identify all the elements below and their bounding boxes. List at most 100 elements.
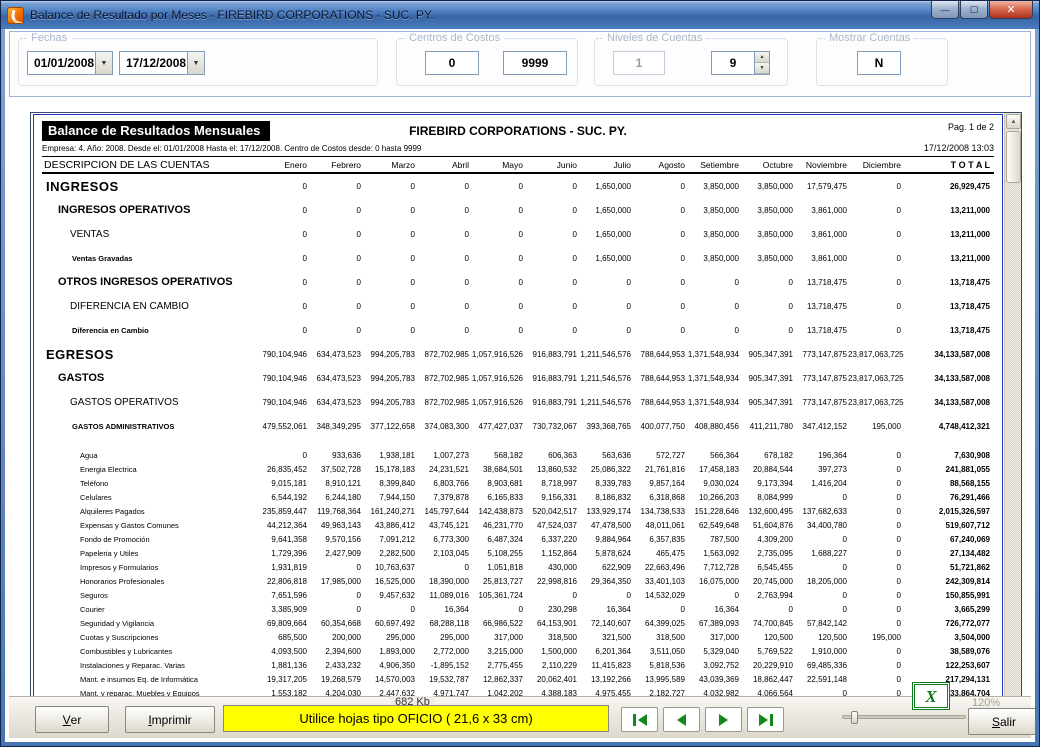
chevron-down-icon[interactable]: ▼ bbox=[187, 52, 204, 74]
cell-value: 374,083,300 bbox=[416, 422, 470, 431]
table-row: Courier3,385,9090016,3640230,29816,36401… bbox=[42, 602, 994, 616]
cell-value: 3,850,000 bbox=[686, 230, 740, 239]
cell-value: 520,042,517 bbox=[524, 507, 578, 516]
cell-value: 3,850,000 bbox=[740, 206, 794, 215]
cell-value: 0 bbox=[524, 254, 578, 263]
cell-value: 13,211,000 bbox=[902, 206, 994, 215]
cell-value: 7,712,728 bbox=[686, 563, 740, 572]
cell-value: 0 bbox=[740, 302, 794, 311]
zoom-slider-handle[interactable] bbox=[851, 711, 858, 724]
vertical-scrollbar[interactable]: ▲ ▼ bbox=[1004, 113, 1021, 730]
cell-value: 13,718,475 bbox=[794, 326, 848, 335]
cell-value: 13,211,000 bbox=[902, 254, 994, 263]
cell-value: 19,268,579 bbox=[308, 675, 362, 684]
excel-export-icon[interactable]: X bbox=[912, 682, 950, 710]
cell-value: 1,152,864 bbox=[524, 549, 578, 558]
imprimir-button[interactable]: Imprimir bbox=[125, 706, 215, 733]
app-icon bbox=[7, 7, 24, 24]
next-page-button[interactable] bbox=[705, 707, 742, 732]
centro-costo-to-field[interactable]: 9999 bbox=[503, 51, 567, 75]
spinner-down-icon[interactable]: ▼ bbox=[755, 63, 769, 74]
cell-value: 0 bbox=[416, 563, 470, 572]
row-label: Seguridad y Vigilancia bbox=[42, 619, 254, 628]
table-row: Fondo de Promoción9,641,3589,570,1567,09… bbox=[42, 532, 994, 546]
cell-value: 3,385,909 bbox=[254, 605, 308, 614]
chevron-down-icon[interactable]: ▼ bbox=[95, 52, 112, 74]
cell-value: 72,140,607 bbox=[578, 619, 632, 628]
cell-value: 0 bbox=[848, 230, 902, 239]
cell-value: 377,122,658 bbox=[362, 422, 416, 431]
zoom-slider[interactable] bbox=[842, 715, 966, 719]
group-mostrar-label: Mostrar Cuentas bbox=[825, 32, 914, 44]
cell-value: 0 bbox=[254, 182, 308, 191]
cell-value: 0 bbox=[848, 206, 902, 215]
last-page-button[interactable] bbox=[747, 707, 784, 732]
column-header: Marzo bbox=[362, 160, 416, 170]
cell-value: 0 bbox=[470, 206, 524, 215]
cell-value: 137,682,633 bbox=[794, 507, 848, 516]
column-header: Diciembre bbox=[848, 160, 902, 170]
cell-value: 88,568,155 bbox=[902, 479, 994, 488]
salir-button[interactable]: Salir bbox=[968, 708, 1035, 735]
centro-costo-from-field[interactable]: 0 bbox=[425, 51, 479, 75]
minimize-button[interactable]: — bbox=[931, 1, 959, 19]
cell-value: 0 bbox=[254, 326, 308, 335]
date-to-dropdown[interactable]: 17/12/2008 ▼ bbox=[119, 51, 205, 75]
cell-value: 67,240,069 bbox=[902, 535, 994, 544]
cell-value: 9,030,024 bbox=[686, 479, 740, 488]
cell-value: 16,364 bbox=[686, 605, 740, 614]
cell-value: 0 bbox=[848, 278, 902, 287]
cell-value: 16,364 bbox=[578, 605, 632, 614]
first-page-button[interactable] bbox=[621, 707, 658, 732]
cell-value: 57,842,142 bbox=[794, 619, 848, 628]
cell-value: 13,718,475 bbox=[794, 278, 848, 287]
row-label: Papeleria y Utiles bbox=[42, 549, 254, 558]
cell-value: 916,883,791 bbox=[524, 374, 578, 383]
row-label: Cuotas y Suscripciones bbox=[42, 633, 254, 642]
row-label: Energia Electrica bbox=[42, 465, 254, 474]
cell-value: 60,697,492 bbox=[362, 619, 416, 628]
cell-value: 0 bbox=[470, 254, 524, 263]
date-from-dropdown[interactable]: 01/01/2008 ▼ bbox=[27, 51, 113, 75]
cell-value: 8,718,997 bbox=[524, 479, 578, 488]
table-row: Seguridad y Vigilancia69,809,66460,354,6… bbox=[42, 616, 994, 630]
cell-value: 241,881,055 bbox=[902, 465, 994, 474]
cell-value: 872,702,985 bbox=[416, 374, 470, 383]
row-label: Expensas y Gastos Comunes bbox=[42, 521, 254, 530]
maximize-button[interactable]: ▢ bbox=[960, 1, 988, 19]
cell-value: 994,205,783 bbox=[362, 398, 416, 407]
table-row: Ventas Gravadas0000001,650,00003,850,000… bbox=[42, 246, 994, 270]
table-row: Teléfono9,015,1818,910,1218,399,8406,803… bbox=[42, 476, 994, 490]
cell-value: 0 bbox=[848, 549, 902, 558]
close-button[interactable]: ✕ bbox=[989, 1, 1033, 19]
cell-value: 0 bbox=[848, 182, 902, 191]
cell-value: 393,368,765 bbox=[578, 422, 632, 431]
spinner-up-icon[interactable]: ▲ bbox=[755, 52, 769, 63]
cell-value: 6,337,220 bbox=[524, 535, 578, 544]
cell-value: 1,211,546,576 bbox=[578, 350, 632, 359]
cell-value: 13,995,589 bbox=[632, 675, 686, 684]
cell-value: 49,963,143 bbox=[308, 521, 362, 530]
cell-value: 196,364 bbox=[794, 451, 848, 460]
scroll-up-icon[interactable]: ▲ bbox=[1006, 114, 1021, 129]
cell-value: 622,909 bbox=[578, 563, 632, 572]
first-page-icon bbox=[633, 714, 636, 726]
cell-value: 17,579,475 bbox=[794, 182, 848, 191]
cell-value: 0 bbox=[848, 619, 902, 628]
cell-value: 235,859,447 bbox=[254, 507, 308, 516]
cell-value: 200,000 bbox=[308, 633, 362, 642]
cell-value: 1,650,000 bbox=[578, 206, 632, 215]
nivel-spinner[interactable]: ▲▼ bbox=[755, 51, 770, 75]
cell-value: 13,718,475 bbox=[902, 326, 994, 335]
cell-value: 13,192,266 bbox=[578, 675, 632, 684]
mostrar-cuentas-field[interactable]: N bbox=[857, 51, 901, 75]
cell-value: 8,903,681 bbox=[470, 479, 524, 488]
group-centros-label: Centros de Costos bbox=[405, 32, 504, 44]
cell-value: 6,165,833 bbox=[470, 493, 524, 502]
cell-value: 3,861,000 bbox=[794, 206, 848, 215]
scrollbar-thumb[interactable] bbox=[1006, 131, 1021, 183]
nivel-to-field[interactable]: 9 bbox=[711, 51, 755, 75]
ver-button[interactable]: Ver bbox=[35, 706, 109, 733]
group-niveles-label: Niveles de Cuentas bbox=[603, 32, 706, 44]
previous-page-button[interactable] bbox=[663, 707, 700, 732]
